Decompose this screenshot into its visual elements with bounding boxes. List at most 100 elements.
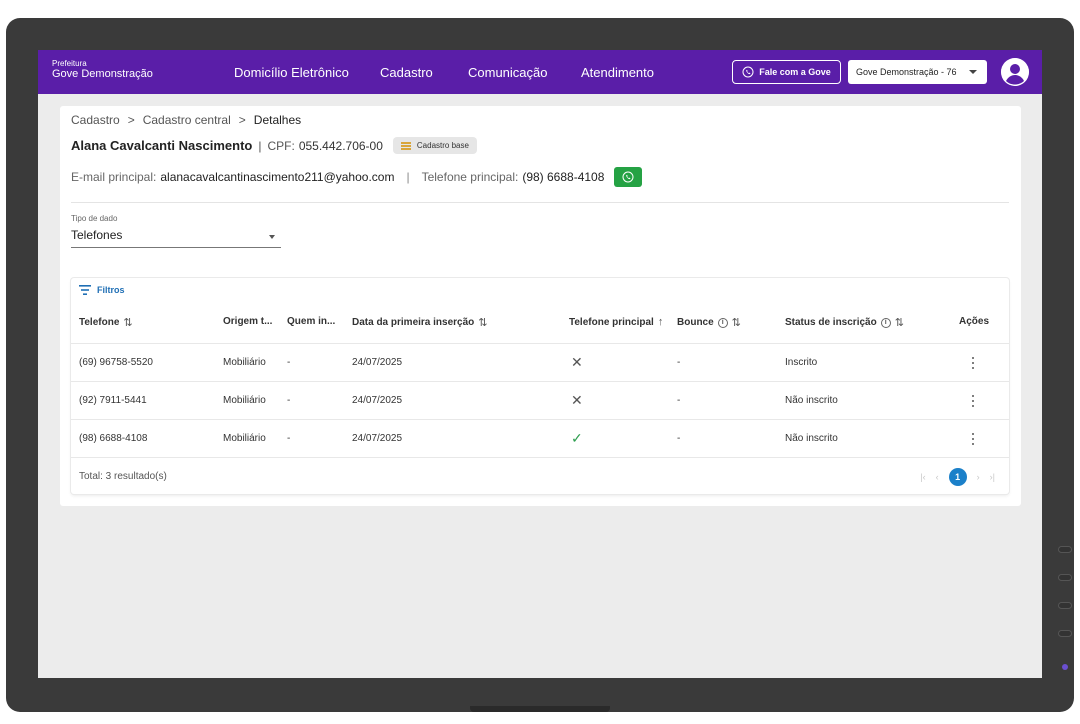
table-row: (69) 96758-5520 Mobiliário - 24/07/2025 … (71, 343, 1009, 381)
header-acoes: Ações (959, 316, 989, 327)
breadcrumb-separator: > (238, 113, 246, 127)
cell-quem: - (287, 357, 291, 368)
last-page-icon[interactable]: ›| (990, 472, 995, 482)
fale-com-gove-label: Fale com a Gove (759, 67, 831, 77)
app-screen: Prefeitura Gove Demonstração Domicílio E… (38, 50, 1042, 678)
brand-logo[interactable]: Prefeitura Gove Demonstração (52, 59, 153, 81)
table-row: (98) 6688-4108 Mobiliário - 24/07/2025 ✓… (71, 419, 1009, 457)
next-page-icon[interactable]: › (977, 472, 980, 482)
more-options-icon[interactable] (971, 395, 975, 407)
monitor-stand (470, 706, 610, 712)
cell-telefone: (69) 96758-5520 (79, 357, 153, 368)
divider (71, 202, 1009, 203)
cell-quem: - (287, 433, 291, 444)
header-origem[interactable]: Origem t... (223, 316, 272, 327)
cpf-value: 055.442.706-00 (298, 138, 383, 153)
sort-icon[interactable]: ⇅ (732, 316, 741, 329)
tipo-de-dado-select[interactable]: Telefones (71, 228, 281, 248)
first-page-icon[interactable]: |‹ (920, 472, 925, 482)
user-icon (1001, 58, 1029, 86)
tipo-de-dado-value: Telefones (71, 228, 123, 242)
filtros-label: Filtros (97, 285, 125, 295)
whatsapp-icon (622, 171, 634, 183)
total-results: Total: 3 resultado(s) (79, 471, 167, 482)
header-quem-label: Quem in... (287, 316, 336, 327)
email-label: E-mail principal: (71, 170, 157, 184)
monitor-side-button (1058, 574, 1072, 581)
cell-status: Não inscrito (785, 395, 838, 406)
brand-subtitle: Prefeitura (52, 59, 87, 68)
cell-origem: Mobiliário (223, 357, 266, 368)
sort-icon[interactable]: ⇅ (895, 316, 904, 329)
cell-status: Não inscrito (785, 433, 838, 444)
breadcrumb: Cadastro > Cadastro central > Detalhes (71, 113, 301, 127)
power-led (1062, 664, 1068, 670)
monitor-side-button (1058, 630, 1072, 637)
cadastro-base-label: Cadastro base (416, 141, 469, 150)
cell-origem: Mobiliário (223, 395, 266, 406)
table-row: (92) 7911-5441 Mobiliário - 24/07/2025 ✕… (71, 381, 1009, 419)
details-card: Cadastro > Cadastro central > Detalhes A… (60, 106, 1021, 506)
header-telefone-principal[interactable]: Telefone principal ↑ (569, 316, 663, 328)
cadastro-base-badge: Cadastro base (392, 137, 477, 154)
contact-divider: | (406, 170, 410, 184)
breadcrumb-cadastro[interactable]: Cadastro (71, 113, 120, 127)
tipo-de-dado-label: Tipo de dado (71, 214, 118, 223)
top-navbar: Prefeitura Gove Demonstração Domicílio E… (38, 50, 1042, 94)
whatsapp-button[interactable] (614, 167, 643, 187)
fale-com-gove-button[interactable]: Fale com a Gove (732, 60, 841, 84)
nav-comunicacao[interactable]: Comunicação (468, 65, 548, 80)
header-bounce[interactable]: Bounce i ⇅ (677, 316, 741, 329)
chevron-down-icon (269, 235, 275, 239)
user-avatar[interactable] (1001, 58, 1029, 86)
nav-atendimento[interactable]: Atendimento (581, 65, 654, 80)
organization-select-value: Gove Demonstração - 76 (856, 67, 957, 77)
filtros-button[interactable]: Filtros (79, 285, 125, 295)
cell-bounce: - (677, 357, 681, 368)
info-icon[interactable]: i (717, 317, 728, 328)
check-icon: ✓ (571, 430, 583, 446)
sort-icon[interactable]: ⇅ (123, 316, 132, 329)
monitor-side-button (1058, 546, 1072, 553)
brand-name: Gove Demonstração (52, 68, 153, 81)
cell-telefone: (92) 7911-5441 (79, 395, 147, 406)
header-data-insercao[interactable]: Data da primeira inserção ⇅ (352, 316, 488, 329)
cell-origem: Mobiliário (223, 433, 266, 444)
header-divider: | (258, 138, 262, 153)
cell-data: 24/07/2025 (352, 433, 403, 444)
header-telefone-label: Telefone (79, 317, 120, 328)
cell-data: 24/07/2025 (352, 395, 403, 406)
list-icon (400, 141, 411, 150)
phone-value: (98) 6688-4108 (522, 170, 605, 184)
header-acoes-label: Ações (959, 316, 990, 327)
pagination: |‹ ‹ 1 › ›| (920, 468, 995, 486)
nav-cadastro[interactable]: Cadastro (380, 65, 433, 80)
cpf-label: CPF: (267, 138, 295, 153)
header-principal-label: Telefone principal (569, 316, 654, 328)
cell-telefone: (98) 6688-4108 (79, 433, 148, 444)
header-status-label: Status de inscrição (785, 317, 877, 328)
prev-page-icon[interactable]: ‹ (936, 472, 939, 482)
info-icon[interactable]: i (880, 317, 891, 328)
page-current[interactable]: 1 (948, 468, 967, 486)
more-options-icon[interactable] (971, 357, 975, 369)
person-header: Alana Cavalcanti Nascimento | CPF: 055.4… (71, 137, 477, 154)
chevron-down-icon (969, 70, 977, 74)
more-options-icon[interactable] (971, 433, 975, 445)
breadcrumb-separator: > (127, 113, 135, 127)
header-data-label: Data da primeira inserção (352, 317, 475, 328)
whatsapp-icon (742, 66, 754, 78)
header-quem-inseriu[interactable]: Quem in... (287, 316, 335, 327)
sort-icon[interactable]: ⇅ (478, 316, 487, 329)
nav-domicilio-eletronico[interactable]: Domicílio Eletrônico (234, 65, 349, 80)
organization-select[interactable]: Gove Demonstração - 76 (848, 60, 987, 84)
cell-bounce: - (677, 395, 681, 406)
header-status-inscricao[interactable]: Status de inscrição i ⇅ (785, 316, 904, 329)
header-telefone[interactable]: Telefone ⇅ (79, 316, 133, 329)
phones-table: Filtros Telefone ⇅ Origem t... Quem in..… (71, 278, 1009, 494)
breadcrumb-cadastro-central[interactable]: Cadastro central (143, 113, 231, 127)
close-icon: ✕ (571, 392, 583, 408)
filter-icon (79, 285, 91, 295)
sort-up-icon[interactable]: ↑ (658, 316, 664, 328)
email-value: alanacavalcantinascimento211@yahoo.com (160, 170, 395, 184)
